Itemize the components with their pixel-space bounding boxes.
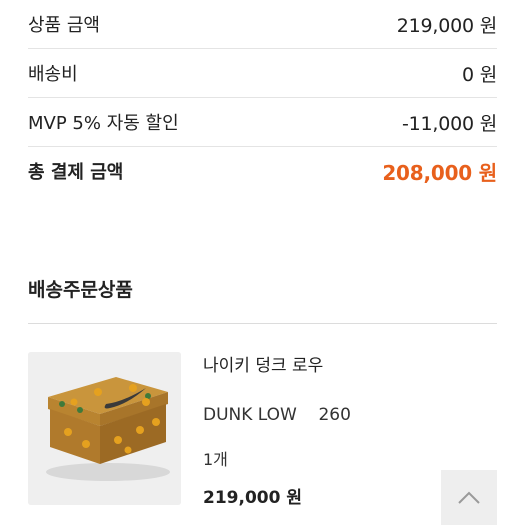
total-value: 208,000 원: [382, 160, 497, 185]
section-title: 배송주문상품: [28, 279, 133, 301]
summary-value: -11,000 원: [401, 112, 497, 135]
summary-row-total: 총 결제 금액 208,000 원: [28, 147, 497, 195]
summary-value: 0 원: [461, 63, 497, 86]
scroll-to-top-button[interactable]: [441, 470, 497, 525]
product-price: 219,000 원: [203, 488, 302, 508]
total-label: 총 결제 금액: [28, 162, 124, 183]
summary-value: 219,000 원: [396, 14, 497, 37]
product-option: DUNK LOW 260: [203, 405, 351, 425]
order-summary-page: 상품 금액 219,000 원 배송비 0 원 MVP 5% 자동 할인 -11…: [0, 0, 525, 525]
summary-label: MVP 5% 자동 할인: [28, 113, 179, 134]
shoe-box-illustration: [28, 352, 181, 505]
summary-row-product-amount: 상품 금액 219,000 원: [28, 0, 497, 48]
product-name[interactable]: 나이키 덩크 로우: [203, 351, 323, 376]
chevron-up-icon: [458, 491, 480, 504]
product-quantity: 1개: [203, 450, 228, 469]
summary-row-shipping-fee: 배송비 0 원: [28, 49, 497, 97]
summary-row-mvp-discount: MVP 5% 자동 할인 -11,000 원: [28, 98, 497, 146]
shoe-box-image[interactable]: [28, 352, 181, 505]
summary-label: 배송비: [28, 64, 78, 85]
summary-label: 상품 금액: [28, 15, 100, 36]
section-divider: [28, 323, 497, 324]
